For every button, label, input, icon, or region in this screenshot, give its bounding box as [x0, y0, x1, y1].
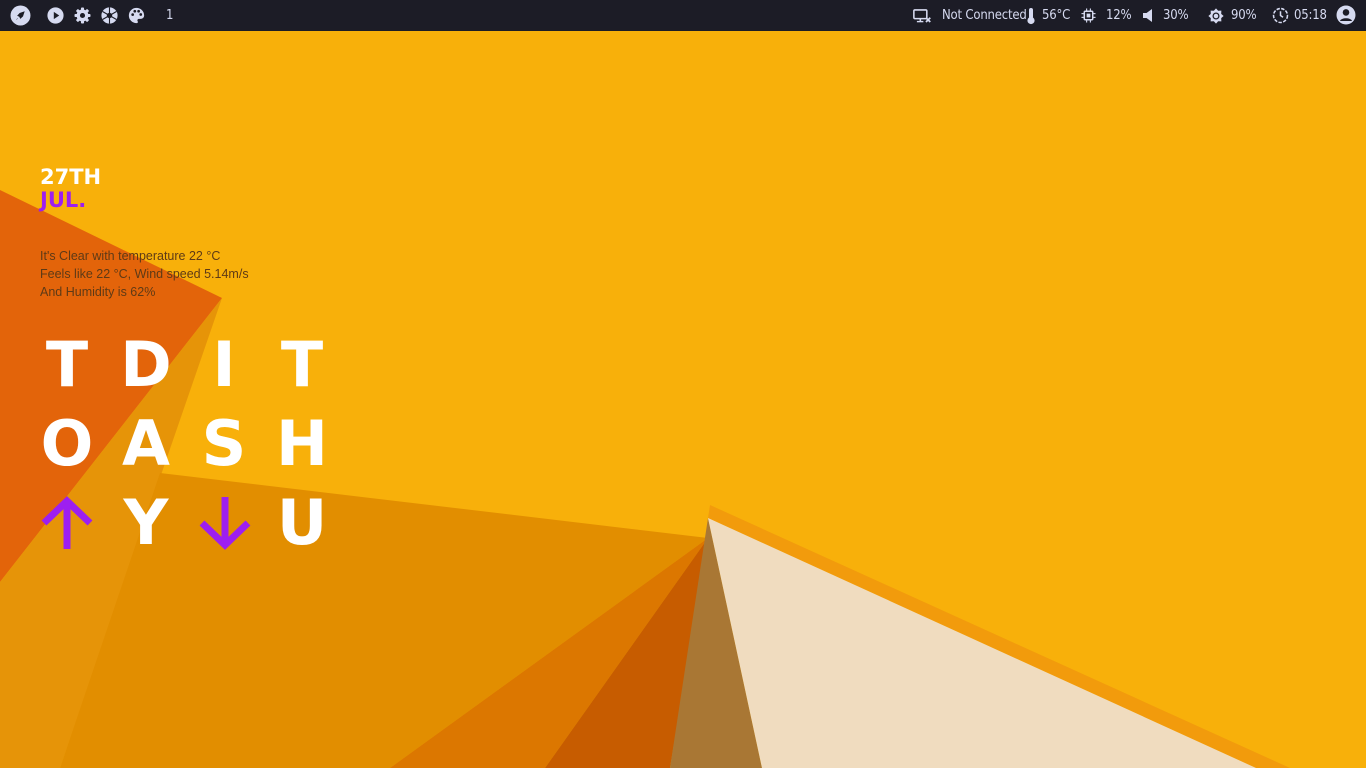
network-status[interactable]: Not Connected — [942, 8, 1027, 23]
palette-icon[interactable] — [128, 7, 145, 24]
grid-letter: T — [280, 328, 324, 401]
date-month: JUL. — [40, 188, 87, 212]
temperature-value: 56°C — [1042, 8, 1071, 23]
user-icon[interactable] — [1336, 5, 1356, 25]
weather-line-1: It's Clear with temperature 22 °C — [40, 249, 221, 263]
clock-time[interactable]: 05:18 — [1294, 8, 1327, 23]
brightness-icon[interactable] — [1208, 8, 1224, 24]
grid-letter: T — [45, 328, 89, 401]
arrow-up-icon — [41, 496, 93, 549]
cpu-chip-icon — [1081, 8, 1096, 23]
aperture-icon[interactable] — [101, 7, 118, 24]
grid-letter: D — [120, 328, 172, 401]
play-icon[interactable] — [47, 7, 64, 24]
speaker-icon[interactable] — [1142, 8, 1156, 23]
weather-line-3: And Humidity is 62% — [40, 285, 156, 299]
disconnected-monitor-icon — [913, 9, 931, 23]
arrow-down-icon — [199, 497, 251, 550]
volume-value[interactable]: 30% — [1163, 8, 1189, 23]
grid-letter: S — [201, 407, 247, 480]
grid-letter: H — [276, 407, 328, 480]
grid-letter: A — [122, 407, 170, 480]
weather-line-2: Feels like 22 °C, Wind speed 5.14m/s — [40, 267, 249, 281]
brightness-value[interactable]: 90% — [1231, 8, 1257, 23]
date-day: 27TH — [40, 165, 102, 189]
workspace-indicator[interactable]: 1 — [166, 8, 173, 23]
desktop: 1 Not Connected 56°C 12% 30% 90% 05:18 2… — [0, 0, 1366, 768]
grid-letter: O — [40, 407, 94, 480]
cpu-usage: 12% — [1106, 8, 1132, 23]
rocket-icon[interactable] — [10, 5, 31, 26]
gear-icon[interactable] — [74, 7, 91, 24]
grid-letter: Y — [123, 486, 169, 559]
top-bar: 1 Not Connected 56°C 12% 30% 90% 05:18 — [0, 0, 1366, 31]
thermometer-icon — [1027, 8, 1035, 25]
grid-letter: I — [212, 328, 236, 401]
grid-letter: U — [276, 486, 328, 559]
clock-icon — [1272, 7, 1289, 24]
